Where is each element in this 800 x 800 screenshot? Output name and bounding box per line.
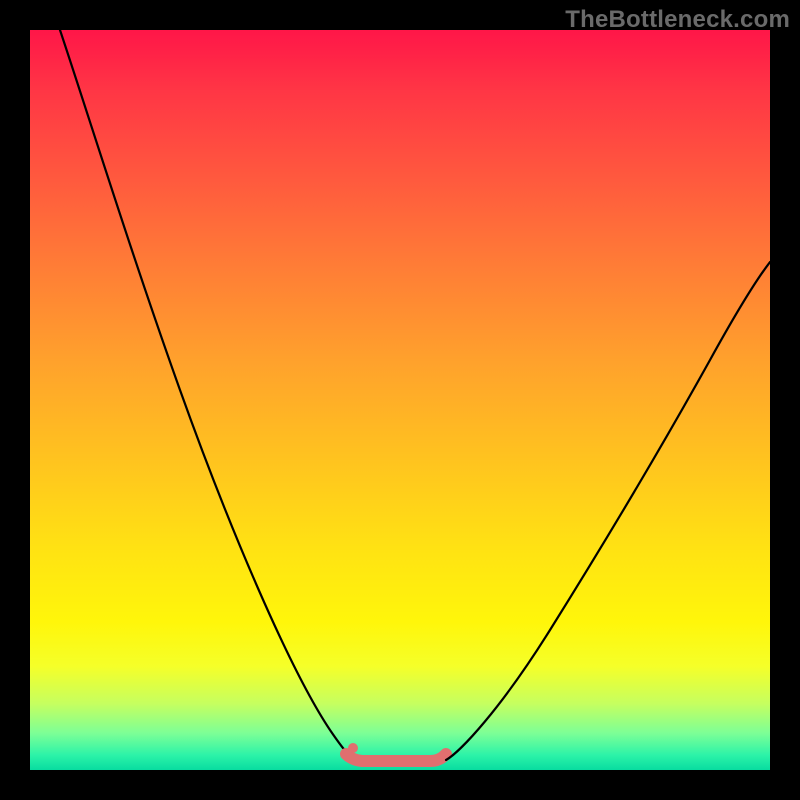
plot-area <box>30 30 770 770</box>
left-curve <box>60 30 356 760</box>
flat-band-dot <box>348 743 358 753</box>
curves-svg <box>30 30 770 770</box>
watermark-text: TheBottleneck.com <box>565 6 790 34</box>
right-curve <box>446 262 770 760</box>
chart-frame: TheBottleneck.com <box>0 0 800 800</box>
flat-minimum-band <box>346 754 446 761</box>
